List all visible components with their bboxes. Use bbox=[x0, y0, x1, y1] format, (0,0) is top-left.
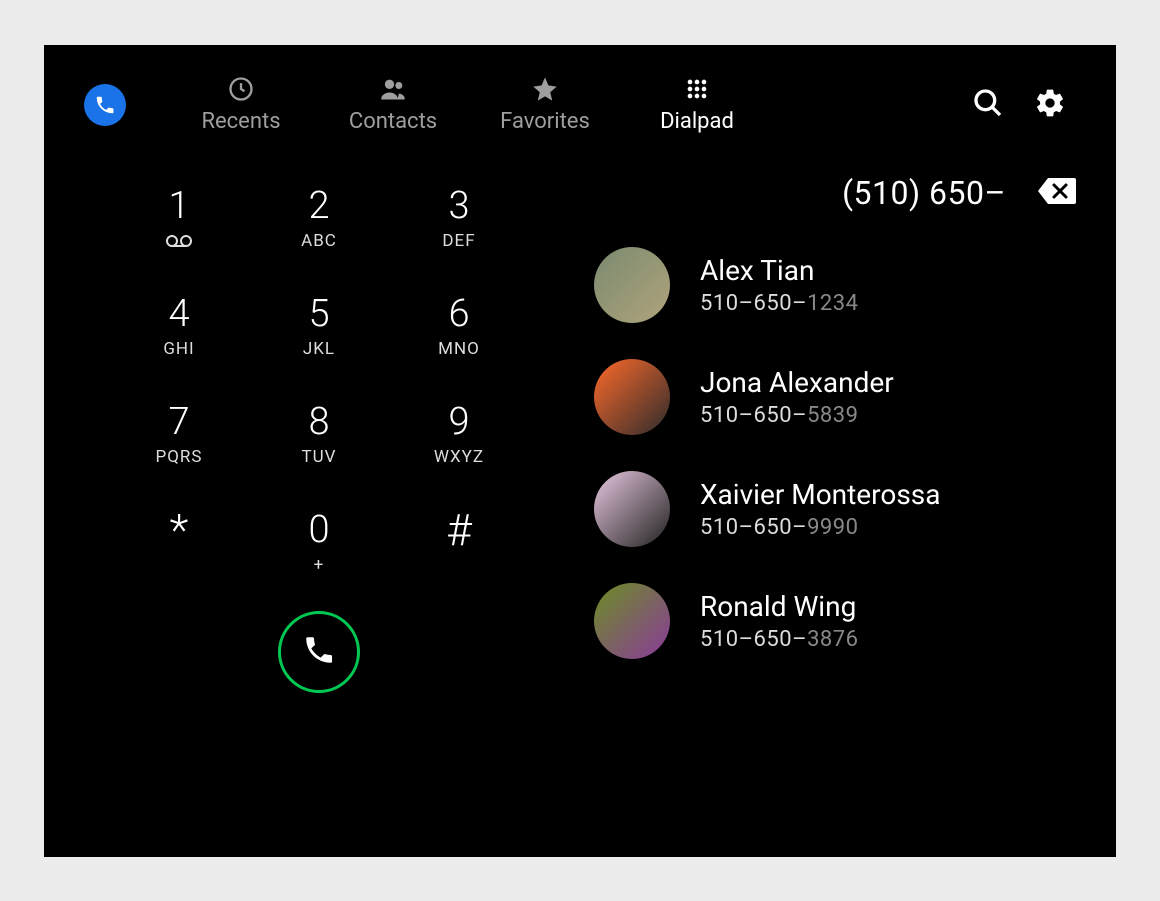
key-*[interactable]: * bbox=[109, 497, 249, 589]
phone-match: 510–650– bbox=[700, 291, 807, 316]
contact-name: Jona Alexander bbox=[700, 366, 894, 399]
phone-app-icon[interactable] bbox=[84, 84, 126, 126]
key-7[interactable]: 7 PQRS bbox=[109, 389, 249, 481]
key-digit: 4 bbox=[168, 295, 189, 333]
suggestions-panel: (510) 650– Alex Tian510–650–1234Jona Ale… bbox=[594, 169, 1076, 693]
contact-suggestion[interactable]: Xaivier Monterossa 510–650–9990 bbox=[594, 471, 1076, 547]
key-sub: + bbox=[314, 555, 325, 575]
phone-rest: 5839 bbox=[807, 403, 858, 428]
key-digit: 1 bbox=[168, 187, 189, 225]
phone-app: Recents Contacts Favorites bbox=[44, 45, 1116, 857]
key-digit: 8 bbox=[308, 403, 329, 441]
contact-name: Ronald Wing bbox=[700, 590, 859, 623]
phone-icon bbox=[302, 633, 336, 671]
phone-rest: 3876 bbox=[807, 627, 858, 652]
key-sub: DEF bbox=[442, 231, 475, 251]
phone-match: 510–650– bbox=[700, 403, 807, 428]
contact-suggestion[interactable]: Jona Alexander 510–650–5839 bbox=[594, 359, 1076, 435]
key-4[interactable]: 4 GHI bbox=[109, 281, 249, 373]
contact-info: Alex Tian 510–650–1234 bbox=[700, 254, 859, 316]
dialpad: 12ABC3DEF4GHI5JKL6MNO7PQRS8TUV9WXYZ*0+# bbox=[84, 169, 554, 693]
key-9[interactable]: 9 WXYZ bbox=[389, 389, 529, 481]
contact-name: Xaivier Monterossa bbox=[700, 478, 940, 511]
suggestions-list: Alex Tian510–650–1234Jona Alexander510–6… bbox=[594, 247, 1076, 659]
key-digit: 5 bbox=[308, 295, 329, 333]
search-icon bbox=[972, 87, 1004, 123]
tab-label: Favorites bbox=[500, 109, 590, 134]
key-8[interactable]: 8 TUV bbox=[249, 389, 389, 481]
key-2[interactable]: 2 ABC bbox=[249, 173, 389, 265]
phone-match: 510–650– bbox=[700, 627, 807, 652]
dialed-number-row: (510) 650– bbox=[594, 174, 1076, 212]
backspace-button[interactable] bbox=[1036, 176, 1076, 210]
contact-phone: 510–650–1234 bbox=[700, 291, 859, 316]
voicemail-icon bbox=[166, 234, 192, 248]
tab-dialpad[interactable]: Dialpad bbox=[652, 75, 742, 134]
contact-phone: 510–650–3876 bbox=[700, 627, 859, 652]
tab-label: Dialpad bbox=[660, 109, 734, 134]
avatar bbox=[594, 247, 670, 323]
backspace-icon bbox=[1036, 176, 1076, 210]
tab-bar: Recents Contacts Favorites bbox=[196, 75, 742, 134]
top-actions bbox=[972, 87, 1066, 123]
avatar bbox=[594, 359, 670, 435]
key-6[interactable]: 6 MNO bbox=[389, 281, 529, 373]
key-sub bbox=[166, 231, 192, 251]
gear-icon bbox=[1034, 87, 1066, 123]
phone-match: 510–650– bbox=[700, 515, 807, 540]
phone-rest: 9990 bbox=[807, 515, 858, 540]
star-icon bbox=[531, 75, 559, 103]
key-digit: 6 bbox=[448, 295, 469, 333]
avatar bbox=[594, 471, 670, 547]
key-digit: # bbox=[446, 508, 472, 552]
contact-info: Xaivier Monterossa 510–650–9990 bbox=[700, 478, 940, 540]
key-sub: WXYZ bbox=[434, 447, 484, 467]
dialpad-icon bbox=[683, 75, 711, 103]
contact-phone: 510–650–5839 bbox=[700, 403, 894, 428]
tab-favorites[interactable]: Favorites bbox=[500, 75, 590, 134]
avatar bbox=[594, 583, 670, 659]
contact-info: Jona Alexander 510–650–5839 bbox=[700, 366, 894, 428]
dialpad-keys: 12ABC3DEF4GHI5JKL6MNO7PQRS8TUV9WXYZ*0+# bbox=[109, 169, 529, 593]
search-button[interactable] bbox=[972, 87, 1004, 123]
people-icon bbox=[378, 75, 408, 103]
tab-label: Contacts bbox=[349, 109, 437, 134]
key-digit: 3 bbox=[448, 187, 469, 225]
top-bar: Recents Contacts Favorites bbox=[44, 45, 1116, 144]
key-sub: ABC bbox=[301, 231, 337, 251]
key-sub: GHI bbox=[163, 339, 194, 359]
key-digit: 0 bbox=[308, 511, 329, 549]
key-sub: PQRS bbox=[156, 447, 203, 467]
key-digit: 9 bbox=[448, 403, 469, 441]
key-sub: MNO bbox=[438, 339, 480, 359]
tab-contacts[interactable]: Contacts bbox=[348, 75, 438, 134]
key-1[interactable]: 1 bbox=[109, 173, 249, 265]
contact-suggestion[interactable]: Alex Tian 510–650–1234 bbox=[594, 247, 1076, 323]
dialed-number: (510) 650– bbox=[842, 174, 1006, 212]
key-5[interactable]: 5 JKL bbox=[249, 281, 389, 373]
key-3[interactable]: 3 DEF bbox=[389, 173, 529, 265]
call-button[interactable] bbox=[278, 611, 360, 693]
contact-name: Alex Tian bbox=[700, 254, 859, 287]
key-#[interactable]: # bbox=[389, 497, 529, 589]
contact-phone: 510–650–9990 bbox=[700, 515, 940, 540]
settings-button[interactable] bbox=[1034, 87, 1066, 123]
phone-rest: 1234 bbox=[807, 291, 858, 316]
key-sub: TUV bbox=[302, 447, 337, 467]
clock-icon bbox=[227, 75, 255, 103]
key-0[interactable]: 0+ bbox=[249, 497, 389, 589]
main-content: 12ABC3DEF4GHI5JKL6MNO7PQRS8TUV9WXYZ*0+# … bbox=[44, 144, 1116, 693]
key-digit: 2 bbox=[308, 187, 329, 225]
contact-info: Ronald Wing 510–650–3876 bbox=[700, 590, 859, 652]
key-digit: 7 bbox=[168, 403, 189, 441]
key-digit: * bbox=[170, 508, 189, 552]
key-sub: JKL bbox=[303, 339, 335, 359]
tab-label: Recents bbox=[201, 109, 280, 134]
contact-suggestion[interactable]: Ronald Wing 510–650–3876 bbox=[594, 583, 1076, 659]
tab-recents[interactable]: Recents bbox=[196, 75, 286, 134]
